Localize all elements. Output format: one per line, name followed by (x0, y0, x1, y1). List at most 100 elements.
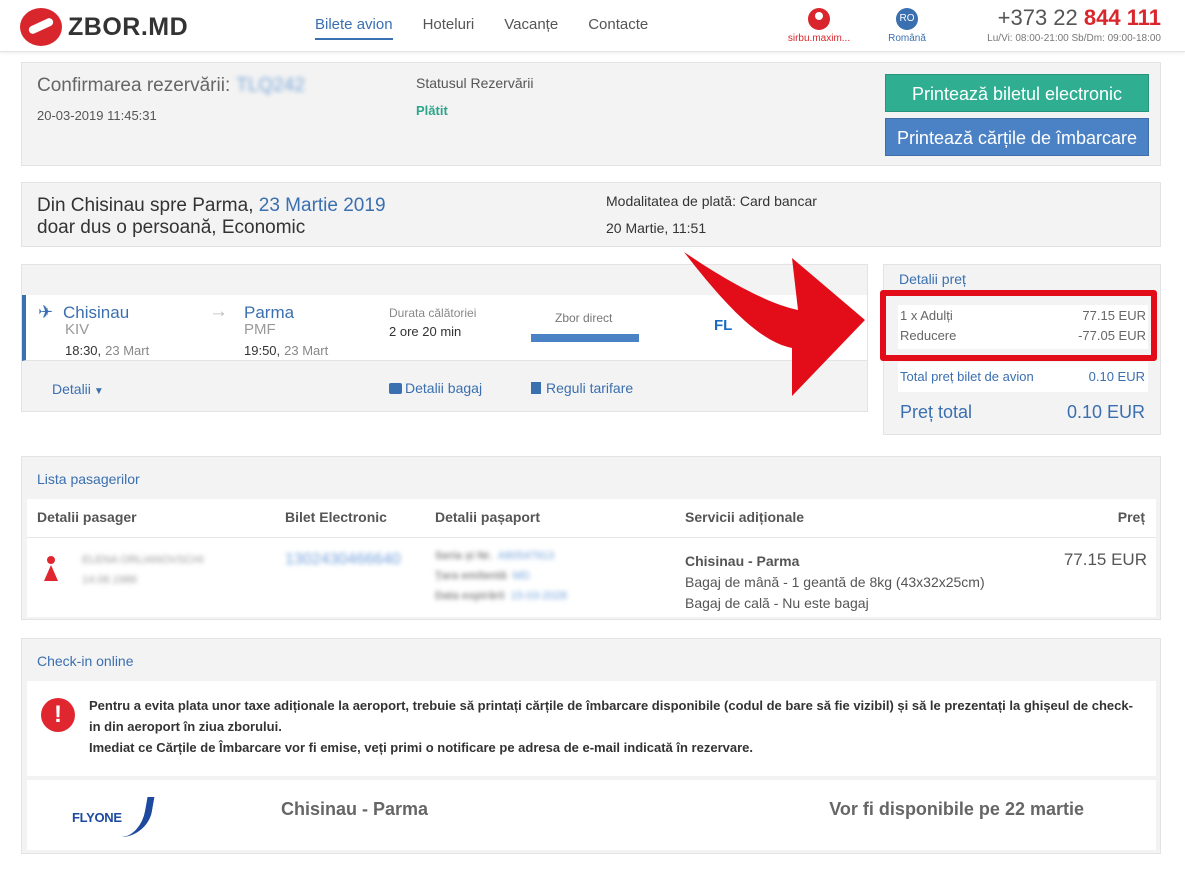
departure-code: KIV (65, 321, 90, 338)
notice-paragraph-2: Imediat ce Cărțile de Îmbarcare vor fi e… (89, 740, 753, 755)
notice-text: Pentru a evita plata unor taxe adițional… (89, 695, 1144, 758)
confirmation-label: Confirmarea rezervării: (37, 75, 231, 96)
baggage-label: Detalii bagaj (405, 380, 483, 396)
main-nav: Bilete avion Hoteluri Vacanțe Contacte (315, 16, 678, 40)
grand-total-row: Preț total 0.10 EUR (900, 402, 1145, 423)
grand-total-value: 0.10 EUR (1066, 402, 1145, 422)
table-row: ELENA ORLIANOVSCHI 14.08.1986 1302430466… (27, 537, 1156, 617)
person-female-icon (42, 556, 60, 586)
route-summary-panel: Din Chisinau spre Parma, 23 Martie 2019 … (21, 182, 1161, 247)
site-logo[interactable]: ZBOR.MD (20, 8, 188, 46)
plane-icon: ✈ (38, 302, 54, 322)
nav-contacte[interactable]: Contacte (588, 16, 648, 40)
checkin-notice: ! Pentru a evita plata unor taxe adițion… (27, 681, 1156, 776)
passport-field-value: 15-03-2028 (510, 590, 567, 602)
phone-prefix: +373 22 (997, 5, 1078, 30)
rules-label: Reguli tarifare (546, 380, 634, 396)
working-hours: Lu/Vi: 08:00-21:00 Sb/Dm: 09:00-18:00 (987, 33, 1161, 44)
nav-hoteluri[interactable]: Hoteluri (423, 16, 475, 40)
passenger-price: 77.15 EUR (1063, 550, 1147, 569)
status-badge: Plătit (416, 103, 448, 118)
passenger-name: ELENA ORLIANOVSCHI (82, 554, 204, 566)
nav-vacante[interactable]: Vacanțe (504, 16, 558, 40)
route-date: 23 Martie 2019 (258, 195, 386, 216)
grand-total-label: Preț total (900, 402, 973, 422)
direct-flight-label: Zbor direct (555, 311, 613, 325)
lang-badge: RO (896, 8, 918, 30)
language-switcher[interactable]: RO Română (884, 8, 930, 44)
route-title: Din Chisinau spre Parma, 23 Martie 2019 (37, 195, 386, 217)
arrival-date: 23 Mart (284, 343, 329, 358)
contact-phone: +373 22 844 111 Lu/Vi: 08:00-21:00 Sb/Dm… (987, 5, 1161, 44)
checkin-flight-row: FLYONE Chisinau - Parma Vor fi disponibi… (27, 780, 1156, 850)
logo-icon (20, 8, 62, 46)
status-label: Statusul Rezervării (416, 75, 534, 91)
arrow-right-icon: → (209, 301, 228, 322)
col-header-ticket: Bilet Electronic (285, 509, 387, 525)
ticket-total-label: Total preț bilet de avion (900, 369, 1034, 384)
passenger-dob: 14.08.1986 (82, 574, 138, 586)
notice-paragraph-1: Pentru a evita plata unor taxe adițional… (89, 698, 1133, 734)
col-header-services: Servicii adiționale (685, 509, 805, 525)
checkin-availability: Vor fi disponibile pe 22 martie (829, 799, 1084, 819)
checkin-title: Check-in online (37, 653, 134, 669)
departure-city: Chisinau (63, 303, 130, 322)
document-icon (531, 382, 541, 394)
nav-bilete-avion[interactable]: Bilete avion (315, 16, 393, 40)
user-menu[interactable]: sirbu.maxim... (784, 8, 854, 44)
site-header: ZBOR.MD Bilete avion Hoteluri Vacanțe Co… (0, 0, 1185, 52)
service-route: Chisinau - Parma (685, 553, 800, 569)
duration-label: Durata călătoriei (389, 306, 477, 320)
baggage-details-link[interactable]: Detalii bagaj (389, 380, 482, 396)
passport-field-label: Data expirării (435, 590, 505, 602)
price-title: Detalii preț (899, 271, 966, 287)
passport-field-label: Țara emitentă (435, 570, 507, 582)
passport-expiry: Data expirării 15-03-2028 (435, 590, 567, 602)
duration-value: 2 ore 20 min (389, 324, 462, 339)
col-header-passenger: Detalii pasager (37, 509, 137, 525)
fare-rules-link[interactable]: Reguli tarifare (531, 380, 633, 396)
logo-text: ZBOR.MD (68, 12, 189, 41)
passenger-list-title: Lista pasagerilor (37, 471, 140, 487)
user-name: sirbu.maxim... (787, 33, 851, 44)
passport-field-value: MD (512, 570, 530, 582)
passenger-table: Detalii pasager Bilet Electronic Detalii… (27, 499, 1156, 617)
departure-date: 23 Mart (105, 343, 150, 358)
e-ticket-number: 1302430466640 (285, 551, 401, 568)
flight-details-toggle[interactable]: Detalii ▼ (52, 381, 104, 397)
passport-field-value: A80547913 (497, 550, 555, 562)
print-e-ticket-button[interactable]: Printează biletul electronic (885, 74, 1149, 112)
route-subtitle: doar dus o persoană, Economic (37, 217, 306, 238)
booking-confirmation-panel: Confirmarea rezervării: TLQ242 20-03-2019… (21, 62, 1161, 166)
confirmation-title: Confirmarea rezervării: TLQ242 (37, 75, 305, 97)
booking-datetime: 20-03-2019 11:45:31 (37, 108, 157, 123)
payment-date: 20 Martie, 11:51 (606, 220, 707, 236)
arrival-city: Parma (244, 303, 295, 322)
user-icon (808, 8, 830, 30)
flyone-logo: FLYONE (72, 797, 155, 837)
service-hold-baggage: Bagaj de cală - Nu este bagaj (685, 595, 869, 611)
baggage-icon (389, 383, 402, 394)
warning-icon: ! (41, 698, 75, 732)
col-header-passport: Detalii pașaport (435, 509, 541, 525)
arrival-time: 19:50, 23 Mart (244, 343, 328, 358)
col-header-price: Preț (1117, 509, 1145, 525)
arrival-hour: 19:50, (244, 343, 281, 358)
ticket-total-value: 0.10 EUR (1088, 369, 1145, 384)
departure-hour: 18:30, (65, 343, 102, 358)
print-boarding-pass-button[interactable]: Printează cărțile de îmbarcare (885, 118, 1149, 156)
arrival-code: PMF (244, 321, 276, 338)
direct-flight-bar (531, 334, 639, 342)
route-prefix: Din Chisinau spre Parma, (37, 195, 254, 216)
passport-field-label: Seria și Nr. (435, 550, 492, 562)
red-pointer-arrow (684, 252, 865, 396)
payment-method: Modalitatea de plată: Card bancar (606, 193, 817, 209)
ticket-total-row: Total preț bilet de avion 0.10 EUR (900, 369, 1145, 384)
flyone-logo-text: FLYONE (72, 810, 122, 825)
highlight-frame (880, 290, 1157, 361)
flyone-swoosh-icon (121, 797, 155, 837)
service-hand-baggage: Bagaj de mână - 1 geantă de 8kg (43x32x2… (685, 574, 985, 590)
phone-number[interactable]: +373 22 844 111 (987, 5, 1161, 31)
lang-name: Română (888, 33, 926, 44)
passenger-list-panel: Lista pasagerilor Detalii pasager Bilet … (21, 456, 1161, 620)
